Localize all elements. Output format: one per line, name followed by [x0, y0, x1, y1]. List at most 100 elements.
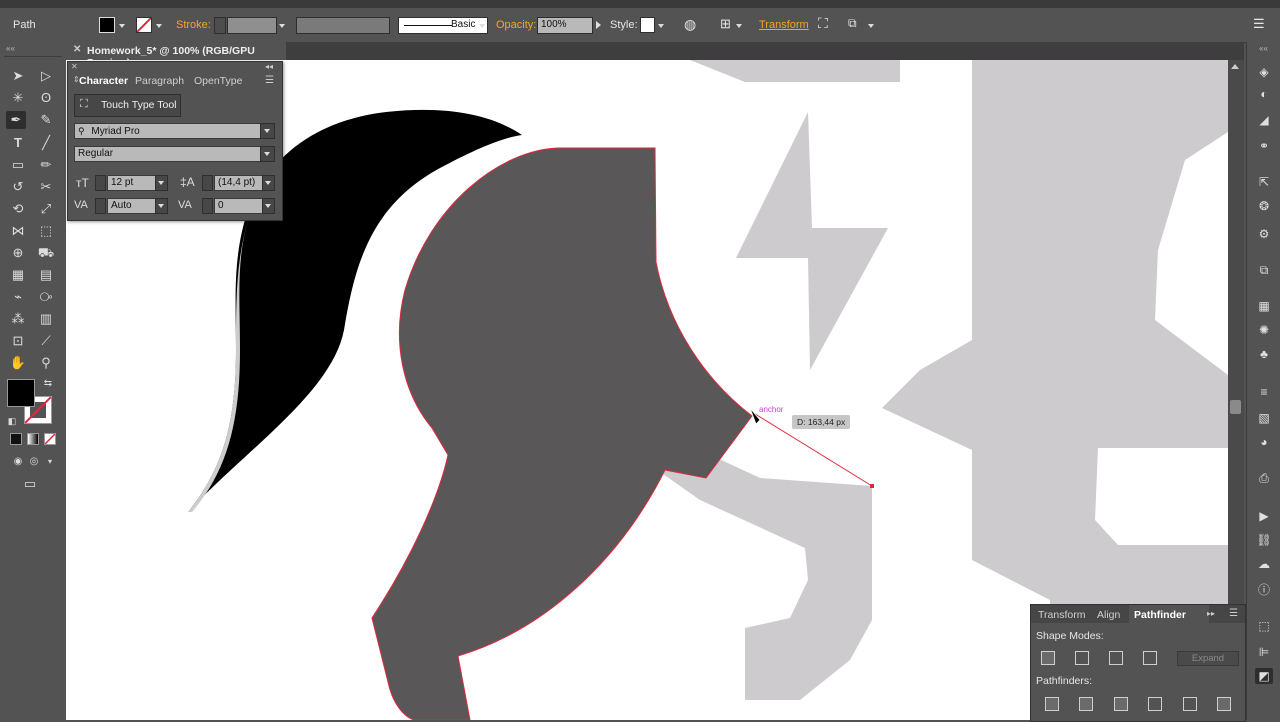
panel-menu-icon[interactable]: ☰: [265, 75, 274, 86]
variable-width-profile[interactable]: [296, 17, 390, 34]
type-tool-icon[interactable]: T: [8, 134, 28, 152]
asset-export-icon[interactable]: ⎙: [1255, 470, 1273, 486]
exclude-icon[interactable]: [1143, 651, 1157, 665]
free-transform-tool-icon[interactable]: ⬚: [36, 222, 56, 240]
font-style-dropdown[interactable]: [260, 146, 275, 162]
opacity-field[interactable]: 100%: [537, 17, 593, 34]
stroke-weight-stepper[interactable]: [214, 17, 226, 34]
links-icon[interactable]: ⚭: [1255, 138, 1273, 154]
tracking-stepper[interactable]: [202, 198, 213, 214]
draw-mode-dropdown[interactable]: ▾: [40, 453, 60, 471]
kerning-stepper[interactable]: [95, 198, 106, 214]
fill-color-box[interactable]: [7, 379, 35, 407]
scroll-up-arrow[interactable]: [1231, 64, 1239, 69]
font-size-stepper[interactable]: [95, 175, 106, 191]
swatches-grid-icon[interactable]: ▦: [1255, 298, 1273, 314]
font-size-dropdown[interactable]: [155, 175, 168, 191]
shape-builder-tool-icon[interactable]: ⊕: [8, 244, 28, 262]
kerning-field[interactable]: Auto: [107, 198, 156, 214]
artboards-icon[interactable]: ⧉: [1255, 262, 1273, 278]
scissors-tool-icon[interactable]: ✂: [36, 178, 56, 196]
leading-stepper[interactable]: [202, 175, 213, 191]
cc-libraries-icon[interactable]: ☁: [1255, 556, 1273, 572]
column-graph-tool-icon[interactable]: ▥: [36, 310, 56, 328]
outline-icon[interactable]: [1183, 697, 1197, 711]
eyedropper-tool-icon[interactable]: ⌁: [8, 288, 28, 306]
brush-dropdown[interactable]: [479, 24, 485, 28]
magic-wand-tool-icon[interactable]: ✳: [8, 89, 28, 107]
blend-tool-icon[interactable]: ⧂: [36, 288, 56, 306]
curvature-tool-icon[interactable]: ✎: [36, 111, 56, 129]
divide-icon[interactable]: [1045, 697, 1059, 711]
align-to-dropdown[interactable]: [736, 24, 742, 28]
touch-type-tool-button[interactable]: ⛶ Touch Type Tool: [74, 94, 181, 117]
style-dropdown[interactable]: [658, 24, 664, 28]
align-to-icon[interactable]: ⊞: [720, 16, 731, 32]
screen-mode-icon[interactable]: ▭: [20, 475, 40, 493]
mesh-tool-icon[interactable]: ▦: [8, 266, 28, 284]
graphic-styles-icon[interactable]: ◕: [1255, 434, 1273, 450]
live-paint-bucket-icon[interactable]: ⛟: [36, 244, 56, 262]
tab-transform[interactable]: Transform: [1038, 607, 1085, 623]
transparency-icon[interactable]: ▧: [1255, 410, 1273, 426]
panel-collapse-icon[interactable]: ◂◂: [265, 62, 273, 71]
stroke-panel-icon[interactable]: ≡: [1255, 384, 1273, 400]
shaper-tool-icon[interactable]: ↺: [8, 178, 28, 196]
layers-icon[interactable]: ◈: [1255, 64, 1273, 80]
default-fill-stroke-icon[interactable]: ◧: [2, 412, 22, 430]
rotate-tool-icon[interactable]: ⟲: [8, 200, 28, 218]
gradient-tool-icon[interactable]: ▤: [36, 266, 56, 284]
tools-collapse-icon[interactable]: ««: [6, 44, 15, 53]
panel-close-icon[interactable]: ✕: [71, 62, 78, 71]
links-chain-icon[interactable]: ⛓: [1255, 532, 1273, 548]
gradient-mode-button[interactable]: [27, 433, 39, 445]
zoom-tool-icon[interactable]: ⚲: [36, 354, 56, 372]
minus-front-icon[interactable]: [1075, 651, 1089, 665]
actions-play-icon[interactable]: ▶: [1255, 508, 1273, 524]
tab-pathfinder[interactable]: Pathfinder: [1134, 607, 1186, 623]
font-size-field[interactable]: 12 pt: [107, 175, 156, 191]
color-mode-button[interactable]: [10, 433, 22, 445]
settings-gear-icon[interactable]: ⚙: [1255, 226, 1273, 242]
fill-dropdown-arrow[interactable]: [119, 24, 125, 28]
isolate-object-icon[interactable]: ⛶: [818, 15, 828, 32]
paintbrush-tool-icon[interactable]: ✏: [36, 156, 56, 174]
font-family-field[interactable]: ⚲ Myriad Pro: [74, 123, 261, 139]
selection-tool-icon[interactable]: ➤: [8, 67, 28, 85]
opacity-arrow[interactable]: [596, 21, 601, 29]
pathfinder-menu-icon[interactable]: ☰: [1229, 608, 1238, 619]
trim-icon[interactable]: [1079, 697, 1093, 711]
slice-tool-icon[interactable]: ⟋: [36, 332, 56, 350]
fill-swatch[interactable]: [99, 17, 115, 33]
export-icon[interactable]: ⇱: [1255, 174, 1273, 190]
intersect-icon[interactable]: [1109, 651, 1123, 665]
stroke-weight-field[interactable]: [227, 17, 277, 34]
appearance-icon[interactable]: ◐: [1255, 86, 1273, 102]
tab-character[interactable]: Character: [79, 73, 128, 89]
color-guide-icon[interactable]: ❂: [1255, 198, 1273, 214]
tracking-field[interactable]: 0: [214, 198, 263, 214]
tab-paragraph[interactable]: Paragraph: [135, 73, 184, 89]
transform-link[interactable]: Transform: [759, 19, 809, 31]
recolor-artwork-icon[interactable]: ◍: [684, 16, 696, 33]
tab-opentype[interactable]: OpenType: [194, 73, 242, 89]
close-tab-icon[interactable]: ✕: [73, 44, 81, 55]
symbols-club-icon[interactable]: ♣: [1255, 346, 1273, 362]
pen-tool-icon[interactable]: ✒: [6, 111, 26, 129]
tab-align[interactable]: Align: [1097, 607, 1120, 623]
stroke-weight-dropdown[interactable]: [279, 24, 285, 28]
scale-tool-icon[interactable]: ⤢: [36, 200, 56, 218]
brush-definition[interactable]: Basic: [398, 17, 488, 34]
dock-collapse-icon[interactable]: ««: [1259, 44, 1268, 53]
lasso-tool-icon[interactable]: ʘ: [36, 89, 56, 107]
leading-field[interactable]: (14,4 pt): [214, 175, 263, 191]
document-tab[interactable]: ✕ Homework_5* @ 100% (RGB/GPU Preview): [66, 42, 286, 69]
line-segment-tool-icon[interactable]: ╱: [36, 134, 56, 152]
merge-icon[interactable]: [1114, 697, 1128, 711]
swap-fill-stroke-icon[interactable]: ⇆: [38, 375, 58, 393]
leading-dropdown[interactable]: [262, 175, 275, 191]
expand-button[interactable]: Expand: [1177, 651, 1239, 666]
tracking-dropdown[interactable]: [262, 198, 275, 214]
graphic-style-swatch[interactable]: [640, 17, 655, 33]
width-tool-icon[interactable]: ⋈: [8, 222, 28, 240]
